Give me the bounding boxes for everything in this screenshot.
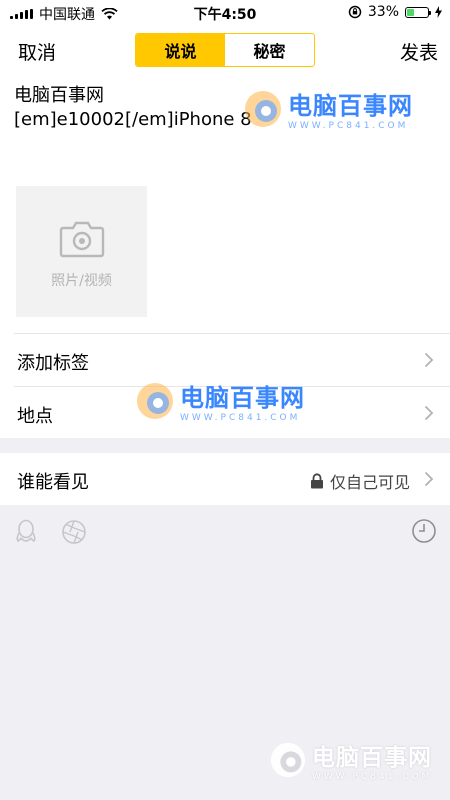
battery-percent: 33% — [367, 4, 399, 20]
watermark-url: WWW.PC841.COM — [180, 413, 301, 423]
compose-toolbar — [0, 505, 450, 557]
add-tag-label: 添加标签 — [17, 353, 89, 374]
post-text-line-1[interactable]: 电脑百事网 — [14, 84, 104, 108]
post-text-line-2[interactable]: [em]e10002[/em]iPhone 8 — [14, 108, 252, 132]
tab-secret[interactable]: 秘密 — [225, 34, 314, 66]
battery-icon — [405, 6, 431, 18]
clock-icon[interactable] — [411, 518, 437, 544]
qq-icon[interactable] — [15, 519, 37, 545]
lock-icon — [310, 473, 323, 489]
watermark-middle: 电脑百事网 WWW.PC841.COM — [134, 378, 305, 423]
watermark-logo-icon — [245, 90, 281, 127]
visibility-label: 谁能看见 — [17, 472, 89, 493]
watermark-name: 电脑百事网 — [312, 745, 432, 771]
shutter-icon[interactable] — [61, 519, 87, 545]
photo-video-label: 照片/视频 — [51, 273, 112, 289]
nav-bar: 取消 说说 秘密 发表 — [0, 24, 450, 76]
status-bar: 中国联通 下午4:50 33% — [0, 0, 450, 24]
camera-icon — [59, 221, 105, 258]
watermark-name: 电脑百事网 — [288, 92, 413, 120]
watermark-top: 电脑百事网 WWW.PC841.COM — [242, 86, 413, 131]
visibility-row[interactable]: 谁能看见 仅自己可见 — [0, 453, 450, 505]
visibility-value: 仅自己可见 — [310, 469, 410, 493]
watermark-bottom: 电脑百事网 WWW.PC841.COM — [268, 738, 432, 782]
charging-icon — [435, 6, 442, 18]
chevron-right-icon — [424, 405, 434, 421]
rotation-lock-icon — [348, 5, 362, 19]
chevron-right-icon — [424, 471, 434, 487]
watermark-url: WWW.PC841.COM — [288, 121, 409, 131]
visibility-value-text: 仅自己可见 — [329, 473, 410, 492]
chevron-right-icon — [424, 352, 434, 368]
location-label: 地点 — [17, 406, 53, 427]
status-right: 33% — [348, 4, 442, 20]
post-type-segmented-control: 说说 秘密 — [135, 33, 315, 67]
watermark-name: 电脑百事网 — [180, 384, 305, 412]
tab-shuoshuo[interactable]: 说说 — [136, 34, 225, 66]
watermark-logo-icon — [270, 742, 306, 778]
watermark-logo-icon — [137, 382, 173, 419]
add-photo-button[interactable]: 照片/视频 — [16, 186, 147, 317]
watermark-url: WWW.PC841.COM — [312, 772, 433, 782]
publish-button[interactable]: 发表 — [400, 38, 438, 65]
cancel-button[interactable]: 取消 — [18, 38, 56, 65]
